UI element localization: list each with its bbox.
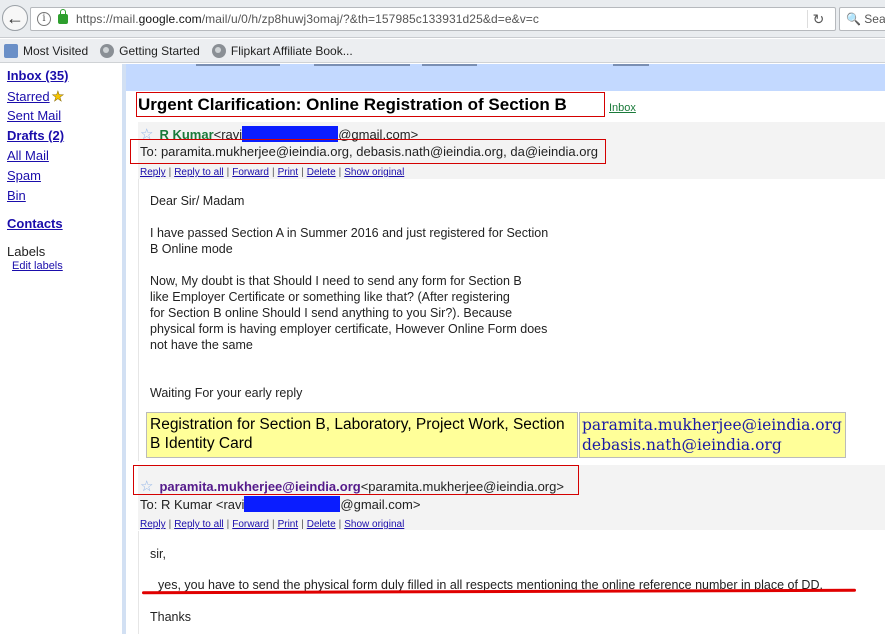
highlighted-email-cell: paramita.mukherjee@ieindia.org debasis.n… [579,412,846,458]
address-bar[interactable]: i https://mail.google.com/mail/u/0/h/zp8… [30,7,836,31]
sender-name[interactable]: R Kumar [159,127,213,142]
body-line: not have the same [150,338,253,352]
globe-icon [211,43,226,58]
globe-icon [100,43,115,58]
message-view: Urgent Clarification: Online Registratio… [126,64,885,634]
star-outline-icon[interactable]: ☆ [140,125,153,143]
back-button[interactable]: ← [2,5,28,31]
show-original-link[interactable]: Show original [344,519,404,530]
sidebar-item-label: Starred [7,89,50,104]
body-line: B Online mode [150,242,233,256]
search-placeholder: Sea [864,12,885,26]
toolbar-segment [196,64,280,66]
browser-search-input[interactable]: 🔍 Sea [839,7,885,31]
body-line: Waiting For your early reply [150,386,303,400]
toolbar-strip [126,64,885,91]
inbox-label-tag[interactable]: Inbox [609,102,636,114]
message-2-recipients: To: R Kumar <ravi @gmail.com> [140,496,420,512]
toolbar-segment [422,64,477,66]
url-path: /mail/u/0/h/zp8huwj3omaj/?&th=157985c133… [201,12,540,26]
show-original-link[interactable]: Show original [344,167,404,178]
sidebar-item-drafts[interactable]: Drafts (2) [7,128,64,143]
search-icon: 🔍 [846,12,861,26]
delete-link[interactable]: Delete [307,519,336,530]
url-host: google.com [138,12,202,26]
lock-icon [58,9,68,24]
reload-icon: ↻ [812,11,825,27]
gmail-page: Inbox (35) Starred ★ Sent Mail Drafts (2)… [0,64,885,634]
thread-subject: Urgent Clarification: Online Registratio… [138,95,567,114]
message-1-recipients: To: paramita.mukherjee@ieindia.org, deba… [140,144,599,159]
sidebar-item-sent[interactable]: Sent Mail [7,108,61,123]
body-line: I have passed Section A in Summer 2016 a… [150,226,549,240]
message-2-sender: ☆ paramita.mukherjee@ieindia.org<paramita… [140,477,564,495]
browser-toolbar: ← i https://mail.google.com/mail/u/0/h/z… [0,0,885,38]
star-icon: ★ [51,88,65,105]
body-line: Now, My doubt is that Should I need to s… [150,274,522,288]
redaction-block [242,126,339,142]
reload-button[interactable]: ↻ [807,10,829,28]
folder-icon [4,43,18,58]
message-2-actions: Reply | Reply to all | Forward | Print | Delete |… [140,519,405,530]
sender-email-suffix: @gmail.com> [338,127,419,142]
info-icon[interactable]: i [37,12,51,26]
bookmark-label: Getting Started [119,43,200,58]
highlighted-email: paramita.mukherjee@ieindia.org [582,416,842,434]
reply-link[interactable]: Reply [140,519,166,530]
forward-link[interactable]: Forward [232,519,269,530]
sender-email: <paramita.mukherjee@ieindia.org> [360,479,564,494]
labels-heading: Labels [7,244,46,259]
sidebar-item-contacts[interactable]: Contacts [7,216,63,231]
url-prefix: https://mail. [76,12,139,26]
message-1-sender: ☆ R Kumar<ravi @gmail.com> [140,125,418,143]
body-line: Dear Sir/ Madam [150,194,245,208]
toolbar-segment [613,64,649,66]
sidebar: Inbox (35) Starred ★ Sent Mail Drafts (2)… [0,64,123,634]
print-link[interactable]: Print [278,167,299,178]
to-prefix: To: R Kumar <ravi [140,497,245,512]
redaction-block [244,496,341,512]
star-outline-icon[interactable]: ☆ [140,477,153,495]
forward-link[interactable]: Forward [232,167,269,178]
print-link[interactable]: Print [278,519,299,530]
bookmark-most-visited[interactable]: Most Visited [4,43,89,58]
bookmark-flipkart[interactable]: Flipkart Affiliate Book... [211,43,353,58]
sender-name[interactable]: paramita.mukherjee@ieindia.org [159,479,360,494]
reply-link[interactable]: Reply [140,167,166,178]
body-line: sir, [150,547,166,561]
body-line: physical form is having employer certifi… [150,322,548,336]
edit-labels-link[interactable]: Edit labels [12,260,63,272]
message-1-actions: Reply | Reply to all | Forward | Print | Delete |… [140,167,405,178]
body-line: for Section B online Should I send anyth… [150,306,513,320]
url-text[interactable]: https://mail.google.com/mail/u/0/h/zp8hu… [76,12,539,26]
sidebar-item-inbox[interactable]: Inbox (35) [7,68,68,83]
sidebar-item-starred[interactable]: Starred ★ [7,88,64,105]
bookmarks-bar: Most Visited Getting Started Flipkart Af… [0,39,885,63]
sidebar-item-all-mail[interactable]: All Mail [7,148,49,163]
delete-link[interactable]: Delete [307,167,336,178]
reply-all-link[interactable]: Reply to all [174,167,223,178]
to-suffix: @gmail.com> [340,497,421,512]
highlighted-email: debasis.nath@ieindia.org [582,436,782,454]
bookmark-label: Most Visited [23,43,89,58]
sidebar-item-bin[interactable]: Bin [7,188,26,203]
arrow-left-icon: ← [6,7,24,28]
reply-all-link[interactable]: Reply to all [174,519,223,530]
sender-email-prefix: <ravi [213,127,243,142]
bookmark-label: Flipkart Affiliate Book... [230,43,353,58]
bookmark-getting-started[interactable]: Getting Started [100,43,200,58]
sidebar-item-spam[interactable]: Spam [7,168,41,183]
highlighted-table-cell: Registration for Section B, Laboratory, … [146,412,578,458]
toolbar-segment [314,64,410,66]
body-line: Thanks [150,610,191,624]
body-line: like Employer Certificate or something l… [150,290,510,304]
